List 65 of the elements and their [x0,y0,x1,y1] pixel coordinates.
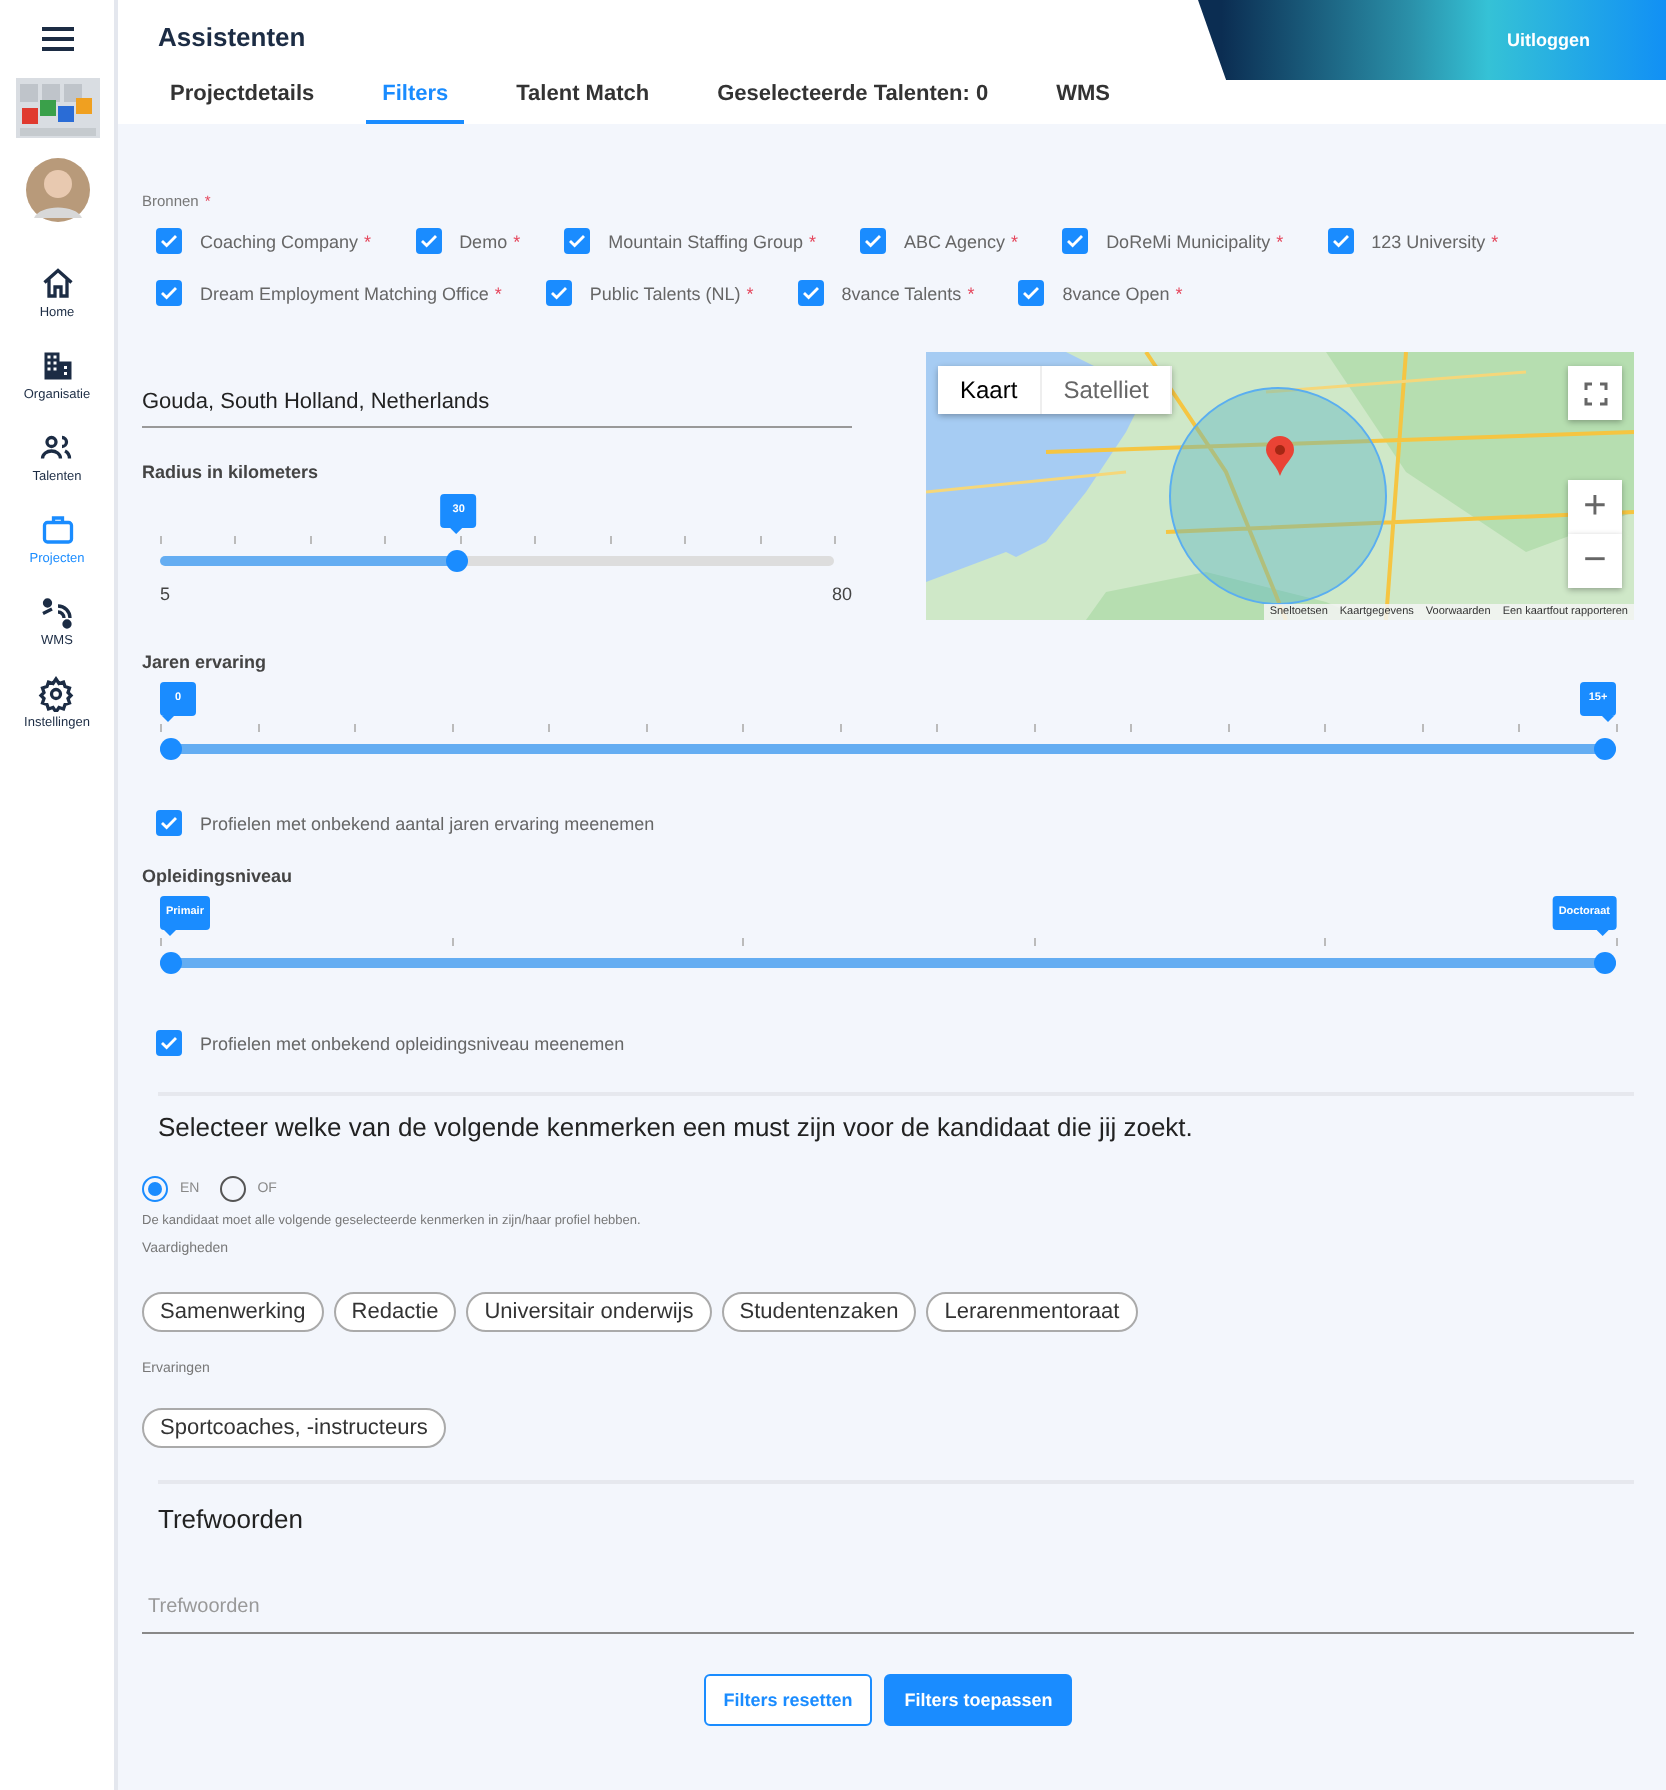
map-type-button[interactable]: Kaart [938,366,1042,414]
tab[interactable]: Projectdetails [154,82,331,124]
checkbox[interactable] [1018,280,1045,306]
tab[interactable]: Talent Match [500,82,666,124]
checkbox-label: Profielen met onbekend aantal jaren ervaring meenemen [200,813,655,833]
avatar[interactable] [25,158,89,222]
slider-thumb[interactable] [446,550,469,572]
section-heading: Selecteer welke van de volgende kenmerken een must zijn voor de kandidaat die jij zoekt. [158,1112,1195,1142]
settings-icon [38,676,75,712]
checkbox[interactable] [1327,228,1354,254]
slider-thumb[interactable] [1594,738,1616,760]
briefcase-icon [39,512,75,548]
building-icon [39,348,75,384]
checkbox[interactable] [797,280,824,306]
checkbox-label: 123 University * [1371,231,1499,251]
checkbox-label: Demo * [459,231,521,251]
slider-thumb[interactable] [160,952,182,974]
zoom-out-button[interactable]: − [1568,534,1622,588]
checkbox[interactable] [156,810,182,836]
checkbox-label: ABC Agency * [904,231,1019,251]
checkbox-label: 8vance Open * [1062,283,1183,303]
field-label: Jaren ervaring [142,652,269,672]
checkbox[interactable] [156,1030,182,1056]
checkbox-label: Profielen met onbekend opleidingsniveau meenemen [200,1033,625,1053]
checkbox-label: DoReMi Municipality * [1106,231,1284,251]
checkbox-label: Public Talents (NL) * [589,283,754,303]
min-label: 5 [160,584,171,604]
checkbox[interactable] [1062,228,1089,254]
zoom-in-button[interactable]: + [1568,480,1622,534]
checkbox-label: 8vance Talents * [841,283,975,303]
slider-thumb[interactable] [1594,952,1616,974]
tab[interactable]: WMS [1040,82,1126,124]
tab[interactable]: Geselecteerde Talenten: 0 [701,82,1005,124]
radio-button[interactable] [219,1176,246,1202]
field-label: Opleidingsniveau [142,866,295,886]
tag-chip[interactable]: Universitair onderwijs [466,1292,712,1332]
checkbox-label: Dream Employment Matching Office * [200,283,502,303]
tag-chip[interactable]: Samenwerking [142,1292,324,1332]
location-field[interactable]: Gouda, South Holland, Netherlands [142,390,852,428]
tag-chip[interactable]: Sportcoaches, -instructeurs [142,1408,446,1448]
keywords-field[interactable]: Trefwoorden [142,1596,1634,1634]
checkbox-label: Mountain Staffing Group * [608,231,817,251]
page-title: Assistenten [158,20,306,52]
map-type-button[interactable]: Satelliet [1041,366,1173,414]
checkbox[interactable] [156,280,182,306]
checkbox[interactable] [860,228,887,254]
tag-chip[interactable]: Redactie [333,1292,457,1332]
tag-chip[interactable]: Studentenzaken [721,1292,917,1332]
menu-icon[interactable] [41,26,73,52]
signal-icon [39,594,75,630]
fullscreen-button[interactable] [1568,366,1622,420]
checkbox[interactable] [564,228,591,254]
field-label: Radius in kilometers [142,462,321,482]
checkbox[interactable] [156,228,182,254]
section-heading: Trefwoorden [158,1504,305,1534]
slider-thumb[interactable] [160,738,182,760]
radio-button[interactable] [142,1176,168,1202]
fullscreen-icon [1583,381,1607,405]
home-icon [39,266,75,302]
checkbox[interactable] [415,228,442,254]
map-pin-icon [1266,436,1294,476]
max-label: 80 [831,584,852,604]
tag-chip[interactable]: Lerarenmentoraat [926,1292,1138,1332]
checkbox[interactable] [545,280,572,306]
checkbox-label: Coaching Company * [200,231,372,251]
